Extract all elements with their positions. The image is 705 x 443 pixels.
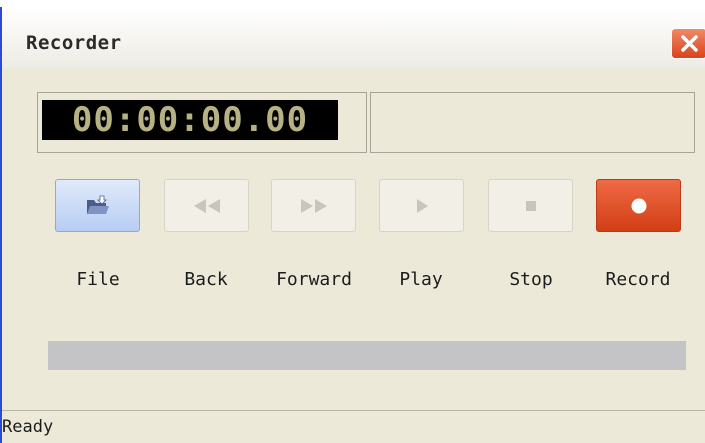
time-display: 00:00:00.00 — [42, 100, 338, 140]
play-button[interactable] — [379, 179, 464, 232]
time-readout: 00:00:00.00 — [71, 100, 309, 140]
status-text: Ready — [2, 417, 54, 437]
stop-button[interactable] — [488, 179, 573, 232]
window-title: Recorder — [26, 32, 122, 54]
recorder-window: Recorder 00:00:00.00 File Back Forward P… — [0, 7, 705, 443]
time-panel: 00:00:00.00 — [37, 92, 367, 153]
status-divider — [2, 410, 705, 411]
forward-label: Forward — [276, 269, 352, 290]
back-button[interactable] — [164, 179, 249, 232]
record-label: Record — [605, 269, 671, 290]
fast-forward-icon — [300, 198, 327, 213]
rewind-icon — [193, 198, 220, 213]
progress-bar — [48, 341, 686, 370]
close-button[interactable] — [671, 28, 705, 59]
forward-button[interactable] — [271, 179, 356, 232]
folder-open-icon — [86, 195, 109, 214]
info-panel — [370, 92, 695, 153]
title-bar[interactable]: Recorder — [2, 7, 705, 69]
play-icon — [416, 198, 428, 213]
stop-icon — [525, 200, 536, 211]
stop-label: Stop — [509, 269, 553, 290]
file-label: File — [76, 269, 120, 290]
record-icon — [631, 198, 646, 213]
record-button[interactable] — [596, 179, 681, 232]
back-label: Back — [184, 269, 228, 290]
play-label: Play — [399, 269, 443, 290]
file-button[interactable] — [55, 179, 140, 232]
close-icon — [681, 35, 698, 52]
